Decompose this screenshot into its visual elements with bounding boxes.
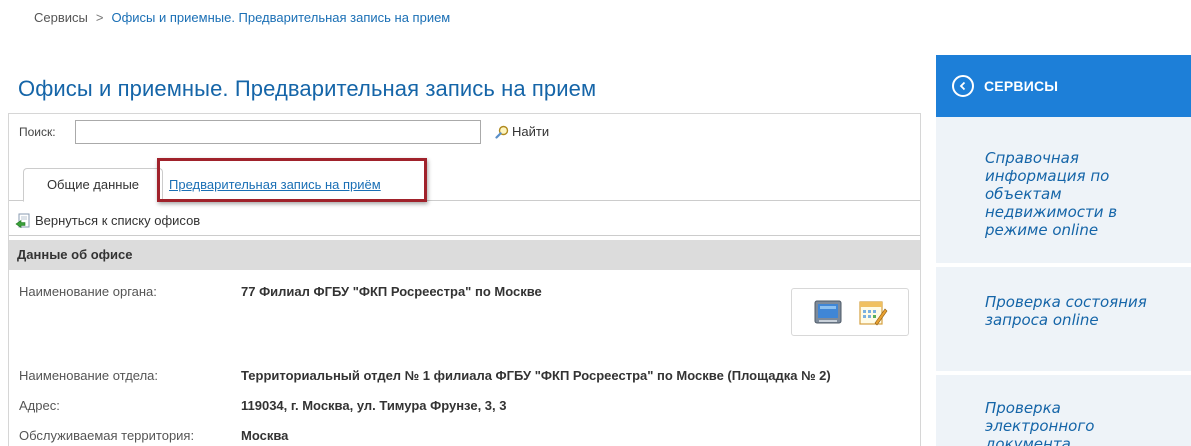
dept-name-label: Наименование отдела: [19, 368, 159, 383]
tab-appointment[interactable]: Предварительная запись на приём [169, 177, 381, 192]
back-arrow-icon [15, 213, 30, 228]
services-sidebar: СЕРВИСЫ Справочная информация по объекта… [936, 55, 1191, 446]
search-label: Поиск: [19, 125, 56, 139]
sidebar-link-document-check[interactable]: Проверка электронного документа [985, 399, 1170, 446]
office-actions [791, 288, 909, 336]
org-name-value: 77 Филиал ФГБУ "ФКП Росреестра" по Москв… [241, 284, 542, 299]
back-link-label: Вернуться к списку офисов [35, 213, 201, 228]
sidebar-link-request-status[interactable]: Проверка состояния запроса online [985, 293, 1170, 329]
calendar-edit-icon[interactable] [858, 299, 888, 332]
breadcrumb-current[interactable]: Офисы и приемные. Предварительная запись… [111, 10, 450, 25]
office-panel: Поиск: Найти Общие данные Предварительна… [8, 113, 921, 446]
breadcrumb-root[interactable]: Сервисы [34, 10, 88, 25]
back-to-list-link[interactable]: Вернуться к списку офисов [9, 206, 920, 236]
territory-value: Москва [241, 428, 289, 443]
section-header: Данные об офисе [9, 240, 920, 270]
sidebar-link-reference-info[interactable]: Справочная информация по объектам недвиж… [985, 149, 1170, 239]
territory-label: Обслуживаемая территория: [19, 428, 195, 443]
org-name-label: Наименование органа: [19, 284, 157, 299]
address-value: 119034, г. Москва, ул. Тимура Фрунзе, 3,… [241, 398, 507, 413]
magnifier-icon [495, 125, 509, 139]
find-button[interactable]: Найти [495, 124, 549, 139]
search-input[interactable] [75, 120, 481, 144]
terminal-icon[interactable] [814, 299, 842, 332]
tab-general-data[interactable]: Общие данные [23, 168, 163, 202]
sidebar-divider [936, 371, 1191, 375]
page-title: Офисы и приемные. Предварительная запись… [18, 76, 597, 101]
chevron-left-circle-icon [952, 75, 974, 97]
dept-name-value: Территориальный отдел № 1 филиала ФГБУ "… [241, 368, 831, 383]
services-title: СЕРВИСЫ [984, 78, 1059, 94]
find-button-label: Найти [512, 124, 550, 139]
search-row: Поиск: Найти [9, 120, 920, 144]
breadcrumb-separator: > [95, 10, 104, 25]
services-header[interactable]: СЕРВИСЫ [936, 55, 1191, 117]
address-label: Адрес: [19, 398, 60, 413]
breadcrumb: Сервисы > Офисы и приемные. Предварительна… [34, 10, 450, 25]
sidebar-divider [936, 263, 1191, 267]
